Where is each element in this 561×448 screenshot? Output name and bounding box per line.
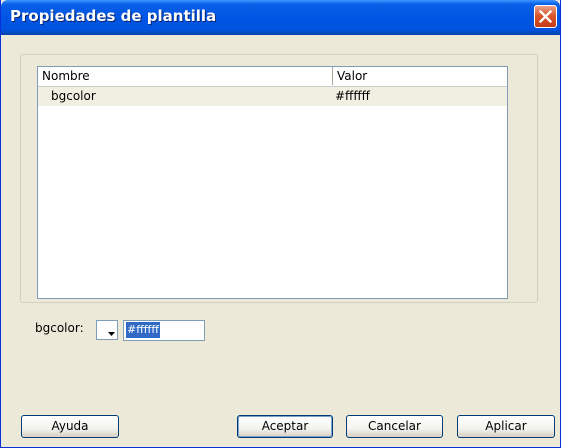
cancel-button[interactable]: Cancelar xyxy=(346,415,443,438)
title-bar[interactable]: Propiedades de plantilla xyxy=(1,0,560,35)
color-value-selection: #ffffff xyxy=(126,322,160,338)
close-button[interactable] xyxy=(534,5,557,28)
column-header-valor[interactable]: Valor xyxy=(333,67,507,85)
row-name: bgcolor xyxy=(51,89,96,103)
window-title: Propiedades de plantilla xyxy=(10,7,217,25)
column-header-nombre[interactable]: Nombre xyxy=(38,67,333,85)
list-item[interactable]: bgcolor #ffffff xyxy=(38,87,507,106)
color-picker-button[interactable] xyxy=(96,320,118,340)
list-header: Nombre Valor xyxy=(38,67,507,87)
row-value: #ffffff xyxy=(335,89,370,103)
properties-list[interactable]: Nombre Valor bgcolor #ffffff xyxy=(37,66,508,299)
apply-button[interactable]: Aplicar xyxy=(457,415,555,438)
dropdown-arrow-icon xyxy=(108,332,115,336)
ok-button[interactable]: Aceptar xyxy=(237,415,333,438)
close-icon xyxy=(539,10,552,23)
bgcolor-label: bgcolor: xyxy=(35,321,84,335)
help-button[interactable]: Ayuda xyxy=(21,415,119,438)
dialog-window: Propiedades de plantilla Nombre Valor bg… xyxy=(0,0,561,448)
